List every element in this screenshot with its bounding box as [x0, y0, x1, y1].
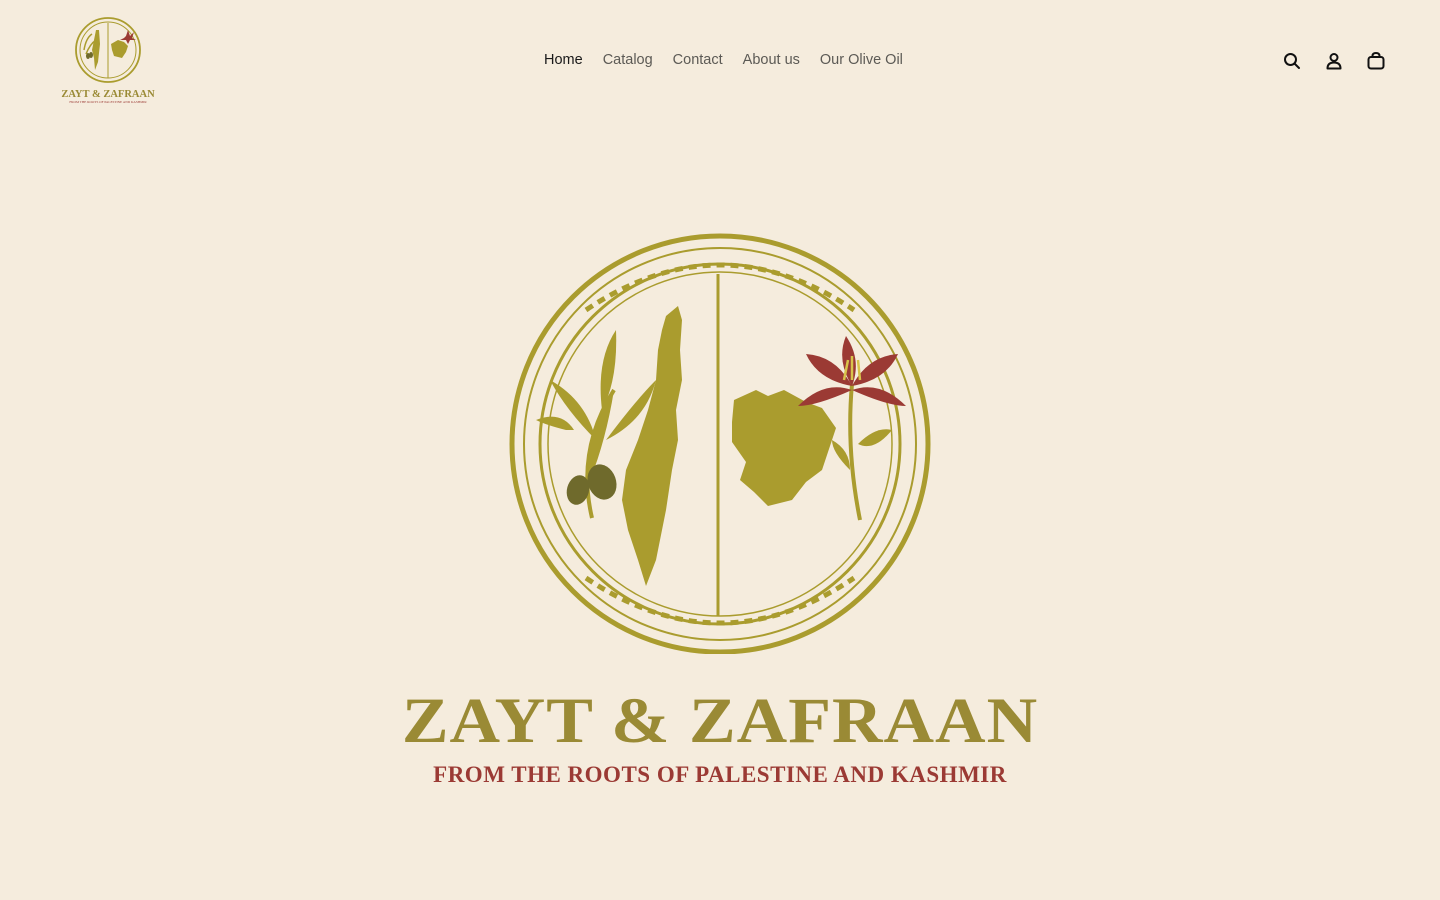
- search-button[interactable]: [1276, 48, 1308, 74]
- logo-tagline-text: FROM THE ROOTS OF PALESTINE AND KASHMIR: [69, 100, 147, 104]
- site-header: ZAYT & ZAFRAAN FROM THE ROOTS OF PALESTI…: [0, 0, 1440, 120]
- account-button[interactable]: [1318, 48, 1350, 74]
- cart-icon: [1367, 51, 1385, 70]
- brand-tagline: FROM THE ROOTS OF PALESTINE AND KASHMIR: [433, 762, 1007, 787]
- nav-catalog[interactable]: Catalog: [593, 46, 663, 74]
- main-nav: Home Catalog Contact About us Our Olive …: [534, 46, 913, 74]
- nav-about-us[interactable]: About us: [733, 46, 810, 74]
- header-icon-group: [1276, 48, 1402, 74]
- cart-button[interactable]: [1360, 48, 1392, 74]
- logo-emblem-icon: ZAYT & ZAFRAAN FROM THE ROOTS OF PALESTI…: [61, 17, 155, 104]
- hero-brand-section: ZAYT & ZAFRAAN FROM THE ROOTS OF PALESTI…: [400, 226, 1040, 806]
- brand-emblem-icon: [509, 233, 931, 654]
- nav-contact[interactable]: Contact: [663, 46, 733, 74]
- header-logo[interactable]: ZAYT & ZAFRAAN FROM THE ROOTS OF PALESTI…: [56, 14, 160, 106]
- logo-brand-text: ZAYT & ZAFRAAN: [61, 89, 155, 100]
- nav-home[interactable]: Home: [534, 46, 593, 74]
- account-icon: [1326, 53, 1342, 70]
- search-icon: [1284, 53, 1300, 69]
- brand-title: ZAYT & ZAFRAAN: [401, 686, 1039, 757]
- nav-our-olive-oil[interactable]: Our Olive Oil: [810, 46, 913, 74]
